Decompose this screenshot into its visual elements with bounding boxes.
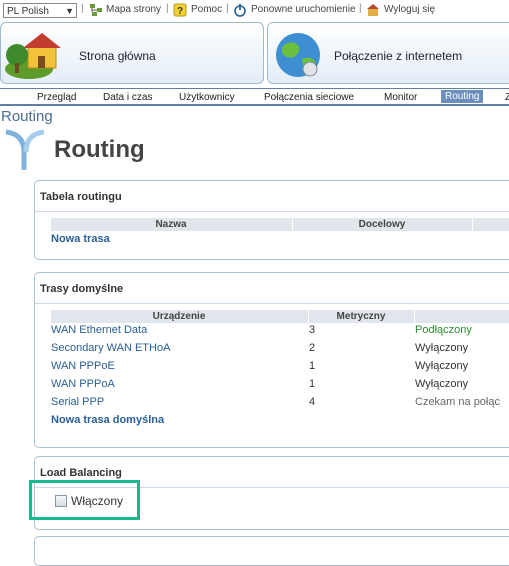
sitemap-link[interactable]: Mapa strony [106, 4, 161, 15]
power-icon [234, 4, 246, 17]
routing-table-header: Nazwa Docelowy [51, 218, 509, 231]
new-route-link[interactable]: Nowa trasa [51, 233, 110, 245]
tab-more[interactable]: Z [505, 92, 509, 103]
load-balancing-title: Load Balancing [40, 467, 122, 479]
route-status: Wyłączony [415, 360, 469, 372]
route-device-link[interactable]: WAN Ethernet Data [51, 324, 147, 336]
tab-network-connections[interactable]: Połączenia sieciowe [264, 92, 354, 103]
home-button-label: Strona główna [79, 49, 156, 63]
language-select[interactable]: PL Polish ▼ [3, 3, 77, 18]
help-link[interactable]: Pomoc [191, 4, 222, 15]
logout-icon [367, 4, 379, 16]
divider [35, 303, 509, 304]
separator: | [81, 3, 84, 14]
route-metric: 1 [309, 378, 316, 390]
tab-routing[interactable]: Routing [441, 90, 484, 103]
column-device: Urządzenie [152, 311, 206, 322]
sitemap-icon [90, 4, 102, 16]
restart-link[interactable]: Ponowne uruchomienie [251, 4, 356, 15]
route-status: Wyłączony [415, 342, 469, 354]
default-routes-panel: Trasy domyślne Urządzenie Metryczny WAN … [34, 272, 509, 448]
load-balancing-checkbox-label[interactable]: Włączony [71, 494, 123, 508]
separator: | [226, 3, 229, 14]
routing-icon [5, 129, 45, 170]
language-value: PL Polish [7, 6, 49, 17]
column-divider [472, 218, 473, 231]
routing-table-panel: Tabela routingu Nazwa Docelowy Nowa tras… [34, 180, 509, 260]
separator: | [359, 3, 362, 14]
route-metric: 4 [309, 396, 316, 408]
route-status: Wyłączony [415, 378, 469, 390]
internet-button-label: Połączenie z internetem [334, 49, 463, 63]
route-device-link[interactable]: Secondary WAN ETHoA [51, 342, 170, 354]
home-button[interactable]: Strona główna [0, 22, 264, 84]
route-status: Podłączony [415, 324, 472, 336]
top-bar: PL Polish ▼ | Mapa strony | ? Pomoc | Po… [0, 0, 509, 22]
new-default-route-link[interactable]: Nowa trasa domyślna [51, 414, 164, 426]
column-divider [414, 310, 415, 323]
logout-link[interactable]: Wyloguj się [384, 4, 435, 15]
load-balancing-checkbox[interactable] [55, 495, 67, 507]
default-routes-header: Urządzenie Metryczny [51, 310, 509, 323]
route-metric: 1 [309, 360, 316, 372]
tab-overview[interactable]: Przegląd [37, 92, 76, 103]
column-metric: Metryczny [336, 311, 386, 322]
route-device-link[interactable]: Serial PPP [51, 396, 104, 408]
house-icon [5, 33, 61, 79]
divider [35, 211, 509, 212]
tab-users[interactable]: Użytkownicy [179, 92, 235, 103]
route-status: Czekam na połąc [415, 396, 500, 408]
route-device-link[interactable]: WAN PPPoE [51, 360, 115, 372]
tab-bar: Przegląd Data i czas Użytkownicy Połącze… [0, 88, 509, 106]
route-metric: 2 [309, 342, 316, 354]
globe-icon [276, 33, 320, 77]
tab-monitor[interactable]: Monitor [384, 92, 417, 103]
internet-button[interactable]: Połączenie z internetem [267, 22, 509, 84]
route-metric: 3 [309, 324, 316, 336]
breadcrumb: Routing [1, 108, 53, 125]
help-icon: ? [173, 3, 187, 17]
routing-table-title: Tabela routingu [40, 191, 122, 203]
next-panel [34, 536, 509, 566]
default-routes-title: Trasy domyślne [40, 283, 124, 295]
column-name: Nazwa [155, 219, 187, 230]
column-destination: Docelowy [358, 219, 406, 230]
chevron-down-icon: ▼ [65, 6, 74, 16]
svg-text:?: ? [177, 6, 183, 17]
route-device-link[interactable]: WAN PPPoA [51, 378, 115, 390]
page-title: Routing [54, 136, 145, 163]
tab-date-time[interactable]: Data i czas [103, 92, 152, 103]
separator: | [166, 3, 169, 14]
